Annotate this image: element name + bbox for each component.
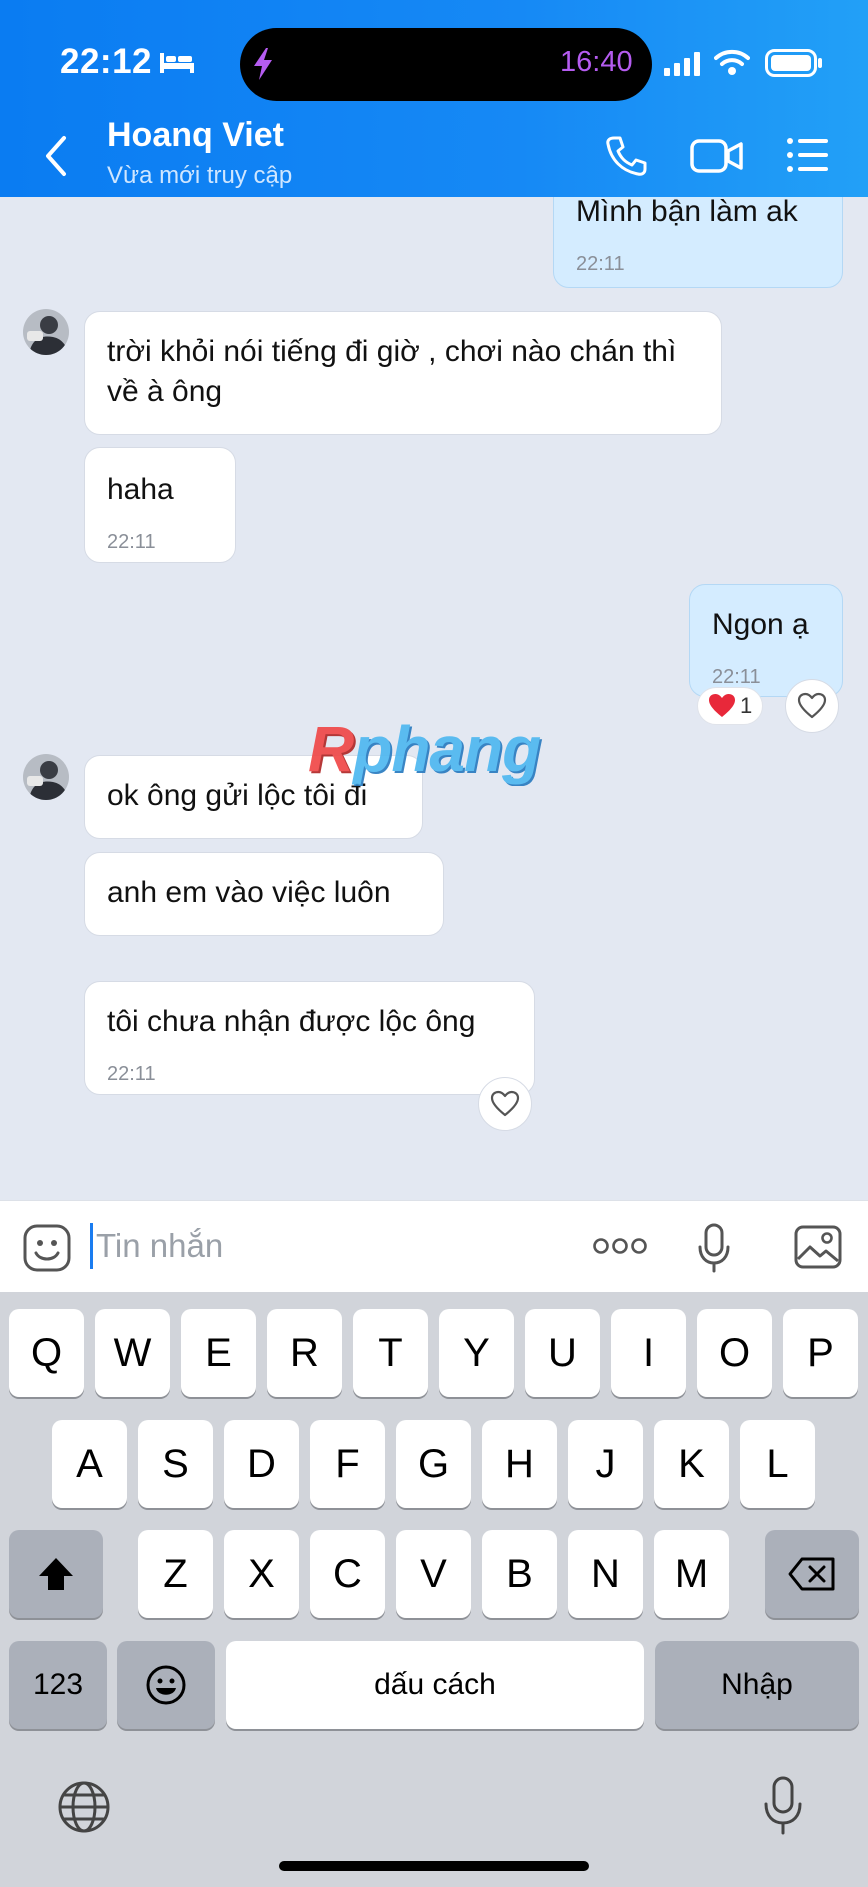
message-text: anh em vào việc luôn [107,876,391,909]
key-c[interactable]: C [310,1530,385,1618]
message-text: Mình bận làm ak [576,197,798,228]
key-f[interactable]: F [310,1420,385,1508]
dictation-mic-icon[interactable] [762,1776,804,1836]
avatar[interactable] [23,309,69,355]
backspace-key[interactable] [765,1530,859,1618]
message-time: 22:11 [107,1063,156,1085]
text-cursor [90,1223,93,1269]
key-m[interactable]: M [654,1530,729,1618]
message-bubble-incoming[interactable]: anh em vào việc luôn [84,852,444,936]
key-q[interactable]: Q [9,1309,84,1397]
react-button[interactable] [785,679,839,733]
avatar[interactable] [23,754,69,800]
key-b[interactable]: B [482,1530,557,1618]
key-k[interactable]: K [654,1420,729,1508]
call-icon[interactable] [604,134,648,178]
space-key[interactable]: dấu cách [226,1641,644,1729]
key-v[interactable]: V [396,1530,471,1618]
home-indicator[interactable] [279,1861,589,1871]
shift-arrow-icon [39,1558,73,1590]
reaction-badge[interactable]: 1 [697,687,764,725]
key-y[interactable]: Y [439,1309,514,1397]
heart-outline-icon [797,692,827,719]
sticker-icon[interactable] [22,1223,72,1273]
key-a[interactable]: A [52,1420,127,1508]
menu-icon[interactable] [786,136,830,174]
key-p[interactable]: P [783,1309,858,1397]
bolt-icon [254,48,272,80]
heart-outline-icon [490,1090,520,1117]
emoji-icon [146,1665,186,1705]
watermark-logo: Rphang [308,712,541,786]
message-text: trời khỏi nói tiếng đi giờ , chơi nào ch… [107,335,677,408]
key-u[interactable]: U [525,1309,600,1397]
message-text: haha [107,473,174,506]
wifi-icon [714,49,750,75]
message-time: 22:11 [107,531,156,553]
emoji-key[interactable] [117,1641,215,1729]
bed-icon [160,53,194,73]
key-j[interactable]: J [568,1420,643,1508]
message-bubble-incoming[interactable]: haha 22:11 [84,447,236,563]
message-bubble-incoming[interactable]: trời khỏi nói tiếng đi giờ , chơi nào ch… [84,311,722,435]
message-time: 22:11 [576,253,625,275]
message-bubble-outgoing[interactable]: Mình bận làm ak 22:11 [553,197,843,288]
status-time: 22:12 [60,42,153,81]
activity-time: 16:40 [560,46,633,78]
key-n[interactable]: N [568,1530,643,1618]
image-icon[interactable] [794,1225,842,1269]
chat-header: 22:12 16:40 Hoanq Viet Vừa mới truy cập [0,0,868,197]
key-e[interactable]: E [181,1309,256,1397]
heart-reaction-icon [709,694,735,717]
more-icon[interactable] [592,1231,648,1261]
signal-icon [664,52,700,76]
message-text: tôi chưa nhận được lộc ông [107,1005,476,1038]
key-z[interactable]: Z [138,1530,213,1618]
message-text: Ngon ạ [712,608,809,641]
key-i[interactable]: I [611,1309,686,1397]
react-button[interactable] [478,1077,532,1131]
key-o[interactable]: O [697,1309,772,1397]
numbers-key[interactable]: 123 [9,1641,107,1729]
key-w[interactable]: W [95,1309,170,1397]
key-r[interactable]: R [267,1309,342,1397]
battery-icon [765,49,822,77]
video-call-icon[interactable] [690,136,744,176]
message-list[interactable]: Mình bận làm ak 22:11 trời khỏi nói tiến… [0,197,868,1200]
key-t[interactable]: T [353,1309,428,1397]
key-x[interactable]: X [224,1530,299,1618]
back-icon[interactable] [42,134,72,178]
key-l[interactable]: L [740,1420,815,1508]
contact-name[interactable]: Hoanq Viet [107,116,284,155]
watermark-rest: phang [353,713,541,785]
key-h[interactable]: H [482,1420,557,1508]
key-d[interactable]: D [224,1420,299,1508]
message-input[interactable] [96,1219,476,1273]
message-composer [0,1200,868,1292]
key-g[interactable]: G [396,1420,471,1508]
message-bubble-incoming[interactable]: tôi chưa nhận được lộc ông 22:11 [84,981,535,1095]
globe-icon[interactable] [57,1780,111,1834]
reaction-count: 1 [740,693,753,718]
key-s[interactable]: S [138,1420,213,1508]
contact-status: Vừa mới truy cập [107,162,293,189]
shift-key[interactable] [9,1530,103,1618]
watermark-first-letter: R [308,713,354,785]
mic-icon[interactable] [697,1223,731,1273]
return-key[interactable]: Nhập [655,1641,859,1729]
backspace-icon [788,1557,835,1591]
